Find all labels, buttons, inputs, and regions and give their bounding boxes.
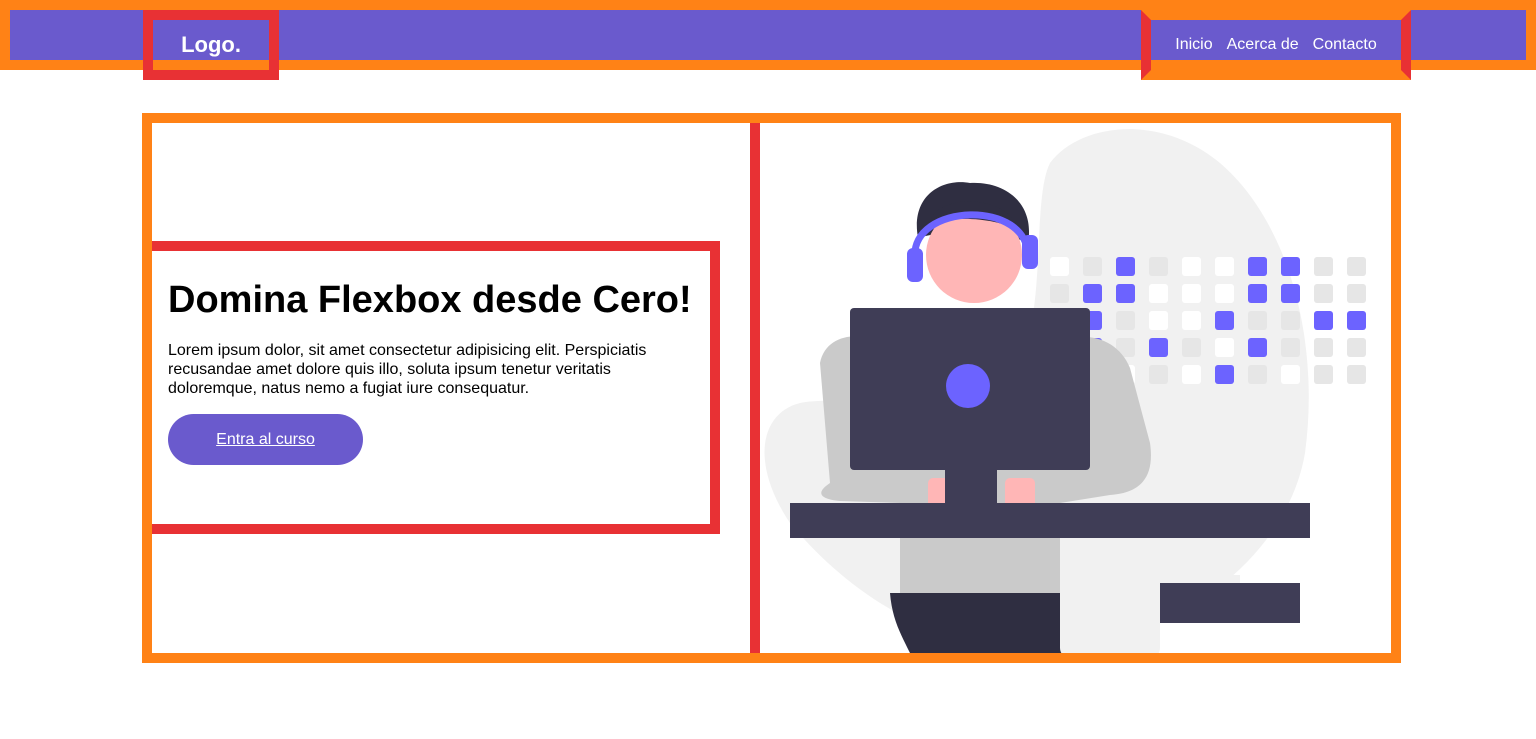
logo[interactable]: Logo. (143, 10, 279, 80)
grid-dot (1314, 338, 1333, 357)
grid-dot (1248, 338, 1267, 357)
grid-dot (1182, 338, 1201, 357)
grid-dot (1149, 257, 1168, 276)
grid-dot (1149, 284, 1168, 303)
grid-dot (1182, 311, 1201, 330)
grid-dot (1050, 257, 1069, 276)
grid-dot (1215, 338, 1234, 357)
grid-dot (1347, 338, 1366, 357)
hero-image-column (760, 123, 1391, 653)
hero-text-column: Domina Flexbox desde Cero! Lorem ipsum d… (152, 123, 750, 653)
grid-dot (1314, 257, 1333, 276)
grid-dot (1215, 365, 1234, 384)
hero-title: Domina Flexbox desde Cero! (168, 279, 692, 321)
grid-dot (1149, 365, 1168, 384)
grid-dot (1281, 365, 1300, 384)
grid-dot (1248, 311, 1267, 330)
hero-section: Domina Flexbox desde Cero! Lorem ipsum d… (142, 113, 1401, 663)
grid-dot (1050, 284, 1069, 303)
nav-link-inicio[interactable]: Inicio (1175, 36, 1212, 54)
grid-dot (1347, 257, 1366, 276)
grid-dot (1083, 257, 1102, 276)
desk (790, 503, 1310, 538)
column-divider (750, 123, 760, 653)
grid-dot (1347, 365, 1366, 384)
grid-dot (1182, 365, 1201, 384)
grid-dot (1149, 338, 1168, 357)
hero-text-box: Domina Flexbox desde Cero! Lorem ipsum d… (152, 241, 720, 534)
grid-dot (1347, 311, 1366, 330)
desk-side (1160, 583, 1300, 623)
grid-dot (1248, 257, 1267, 276)
site-header: Logo. Inicio Acerca de Contacto (0, 0, 1536, 80)
grid-dot (1347, 284, 1366, 303)
grid-dot (1248, 365, 1267, 384)
grid-dot (1314, 284, 1333, 303)
chair-back (1060, 538, 1160, 653)
grid-dot (1314, 365, 1333, 384)
nav-link-contacto[interactable]: Contacto (1313, 36, 1377, 54)
grid-dot (1215, 257, 1234, 276)
grid-dot (1248, 284, 1267, 303)
grid-dot (1281, 257, 1300, 276)
main-nav: Inicio Acerca de Contacto (1141, 10, 1411, 80)
grid-dot (1116, 284, 1135, 303)
hero-illustration (764, 129, 1366, 653)
monitor-logo (946, 364, 990, 408)
grid-dot (1083, 284, 1102, 303)
nav-link-acerca-de[interactable]: Acerca de (1227, 36, 1299, 54)
grid-dot (1314, 311, 1333, 330)
person-legs (890, 593, 1065, 653)
grid-dot (1215, 311, 1234, 330)
grid-dot (1116, 311, 1135, 330)
headphone-right (1022, 235, 1038, 269)
grid-dot (1116, 257, 1135, 276)
grid-dot (1281, 338, 1300, 357)
grid-dot (1281, 311, 1300, 330)
grid-dot (1182, 284, 1201, 303)
headphone-left (907, 248, 923, 282)
grid-dot (1215, 284, 1234, 303)
logo-text: Logo. (181, 32, 241, 57)
grid-dot (1281, 284, 1300, 303)
grid-dot (1149, 311, 1168, 330)
cta-button[interactable]: Entra al curso (168, 414, 363, 465)
grid-dot (1182, 257, 1201, 276)
hero-description: Lorem ipsum dolor, sit amet consectetur … (168, 342, 647, 397)
